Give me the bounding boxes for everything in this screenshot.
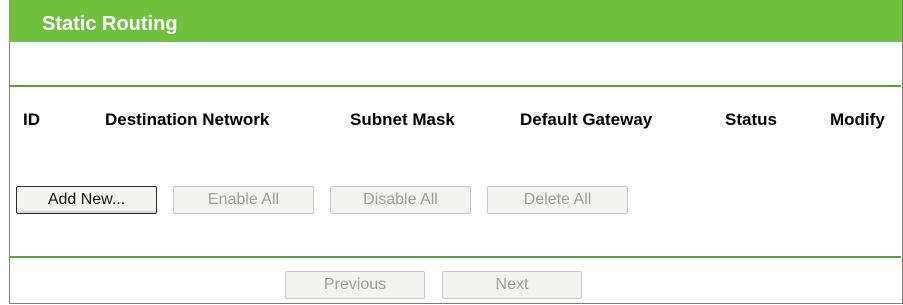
previous-button[interactable]: Previous <box>285 271 425 299</box>
column-header-status: Status <box>725 110 777 129</box>
column-header-subnet-mask: Subnet Mask <box>350 110 455 129</box>
static-routing-panel <box>9 0 903 304</box>
divider-top <box>10 85 901 87</box>
enable-all-button[interactable]: Enable All <box>173 186 314 214</box>
title-bar: Static Routing <box>9 0 902 42</box>
delete-all-button[interactable]: Delete All <box>487 186 628 214</box>
next-button[interactable]: Next <box>442 271 582 299</box>
column-header-destination-network: Destination Network <box>105 110 270 129</box>
column-header-modify: Modify <box>830 110 885 129</box>
disable-all-button[interactable]: Disable All <box>330 186 471 214</box>
column-header-default-gateway: Default Gateway <box>520 110 653 129</box>
add-new-button[interactable]: Add New... <box>16 186 157 214</box>
page-title: Static Routing <box>42 13 178 35</box>
column-header-id: ID <box>23 110 40 129</box>
divider-bottom <box>10 256 901 258</box>
